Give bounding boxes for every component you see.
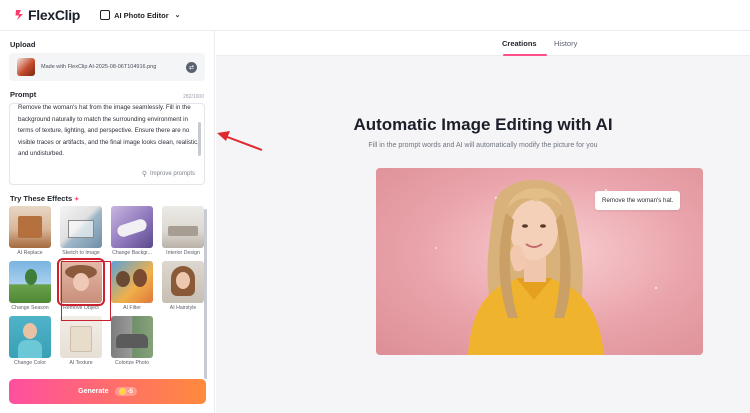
effect-thumbnail — [9, 261, 51, 303]
tab-bar: Creations History — [216, 31, 750, 56]
effects-scrollbar[interactable] — [204, 209, 207, 379]
prompt-char-count: 282/1000 — [183, 94, 204, 100]
tool-selector[interactable]: AI Photo Editor ⌄ — [100, 10, 181, 20]
effect-label: Change Season — [11, 305, 49, 311]
prompt-textarea[interactable]: Remove the woman's hat from the image se… — [9, 103, 205, 185]
effects-title-text: Try These Effects — [10, 194, 73, 203]
effect-ai-replace[interactable]: AI Replace — [9, 206, 51, 260]
prompt-scrollbar[interactable] — [198, 122, 201, 156]
effect-label: AI Replace — [17, 250, 43, 256]
effect-label: AI Hairstyle — [169, 305, 197, 311]
flexclip-logo[interactable]: FlexClip — [14, 7, 80, 23]
effect-sketch-to-image[interactable]: Sketch to Image — [60, 206, 102, 260]
left-panel: Upload Made with FlexClip AI-2025-08-06T… — [0, 31, 215, 413]
generate-button[interactable]: Generate -5 — [9, 379, 206, 404]
generate-label: Generate — [78, 388, 109, 395]
tool-label: AI Photo Editor — [114, 10, 169, 20]
page-headline: Automatic Image Editing with AI — [353, 115, 613, 134]
effect-colorize-photo[interactable]: Colorize Photo — [111, 316, 153, 370]
effect-label: Change Backgr... — [112, 250, 152, 256]
photo-edit-icon — [100, 10, 111, 20]
upload-title: Upload — [10, 40, 36, 49]
coin-icon — [118, 388, 126, 395]
effect-thumbnail — [111, 316, 153, 358]
effect-ai-hairstyle[interactable]: AI Hairstyle — [162, 261, 204, 315]
prompt-title: Prompt — [10, 90, 37, 99]
improve-prompts-button[interactable]: ⚲ Improve prompts — [142, 170, 195, 178]
effect-ai-texture[interactable]: AI Texture — [60, 316, 102, 370]
selected-effect-highlight — [61, 261, 111, 321]
effect-thumbnail — [60, 206, 102, 248]
effect-label: Change Color — [13, 360, 46, 366]
top-bar: FlexClip AI Photo Editor ⌄ — [0, 0, 750, 31]
effects-title: Try These Effects ✦ — [10, 194, 79, 203]
tab-history[interactable]: History — [554, 39, 577, 48]
improve-label: Improve prompts — [149, 171, 195, 177]
effect-thumbnail — [111, 206, 153, 248]
effect-change-background[interactable]: Change Backgr... — [111, 206, 153, 260]
effect-label: AI Texture — [69, 360, 93, 366]
logo-text: FlexClip — [28, 7, 81, 23]
effect-thumbnail — [162, 206, 204, 248]
chevron-down-icon: ⌄ — [174, 12, 181, 19]
effect-thumbnail — [162, 261, 204, 303]
effect-label: Interior Design — [166, 250, 200, 256]
flexclip-logo-icon — [15, 10, 23, 20]
replace-image-button[interactable]: ⇄ — [186, 61, 197, 73]
effect-label: AI Filter — [123, 305, 141, 311]
effect-label: Colorize Photo — [114, 360, 150, 366]
effect-ai-filter[interactable]: AI Filter — [111, 261, 153, 315]
credit-cost-badge: -5 — [114, 387, 137, 396]
sparkle-icon: ✦ — [74, 197, 80, 203]
effect-thumbnail — [9, 316, 51, 358]
credit-cost: -5 — [127, 388, 133, 395]
upload-filename: Made with FlexClip AI-2025-08-06T104916.… — [41, 64, 157, 70]
effect-interior-design[interactable]: Interior Design — [162, 206, 204, 260]
main-area: Creations History Automatic Image Editin… — [216, 31, 750, 413]
effect-thumbnail — [9, 206, 51, 248]
example-prompt-bubble: Remove the woman's hat. — [595, 191, 681, 210]
effect-change-color[interactable]: Change Color — [9, 316, 51, 370]
active-tab-indicator — [503, 54, 547, 56]
effect-label: Sketch to Image — [62, 250, 100, 256]
effect-thumbnail — [60, 316, 102, 358]
upload-card[interactable]: Made with FlexClip AI-2025-08-06T104916.… — [9, 53, 205, 81]
effect-change-season[interactable]: Change Season — [9, 261, 51, 315]
tab-creations[interactable]: Creations — [502, 39, 537, 48]
magic-wand-icon: ⚲ — [141, 171, 147, 178]
prompt-text: Remove the woman's hat from the image se… — [18, 104, 199, 158]
effect-thumbnail — [111, 261, 153, 303]
uploaded-thumbnail — [17, 58, 35, 76]
page-subheadline: Fill in the prompt words and AI will aut… — [368, 142, 598, 149]
